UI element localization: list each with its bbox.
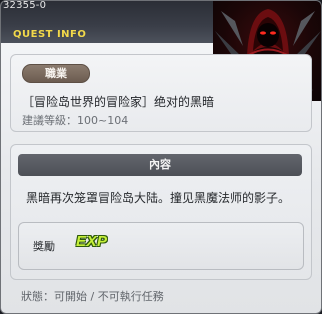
- content-panel: 內容 黑暗再次笼罩冒险岛大陆。撞见黑魔法师的影子。 獎勵 EXP: [10, 144, 312, 280]
- quest-title: ［冒险岛世界的冒险家］绝对的黑暗: [22, 95, 215, 109]
- recommended-level: 建議等級：100~104: [22, 114, 129, 127]
- quest-info-window: 32355-0 QUEST INFO 職業 ［冒险岛世界的冒险家］绝对的黑暗 建…: [0, 0, 322, 314]
- reward-label: 獎勵: [33, 240, 55, 253]
- reward-box: 獎勵 EXP: [18, 222, 304, 270]
- quest-description: 黑暗再次笼罩冒险岛大陆。撞见黑魔法师的影子。: [26, 191, 291, 205]
- content-header: 內容: [18, 154, 302, 176]
- exp-reward-icon: EXP: [76, 233, 108, 250]
- quest-status: 狀態：可開始 / 不可執行任務: [21, 290, 164, 303]
- job-panel: 職業 ［冒险岛世界的冒险家］绝对的黑暗 建議等級：100~104: [10, 54, 312, 132]
- job-badge: 職業: [22, 64, 90, 83]
- quest-id: 32355-0: [3, 0, 47, 11]
- quest-info-label: QUEST INFO: [13, 29, 87, 40]
